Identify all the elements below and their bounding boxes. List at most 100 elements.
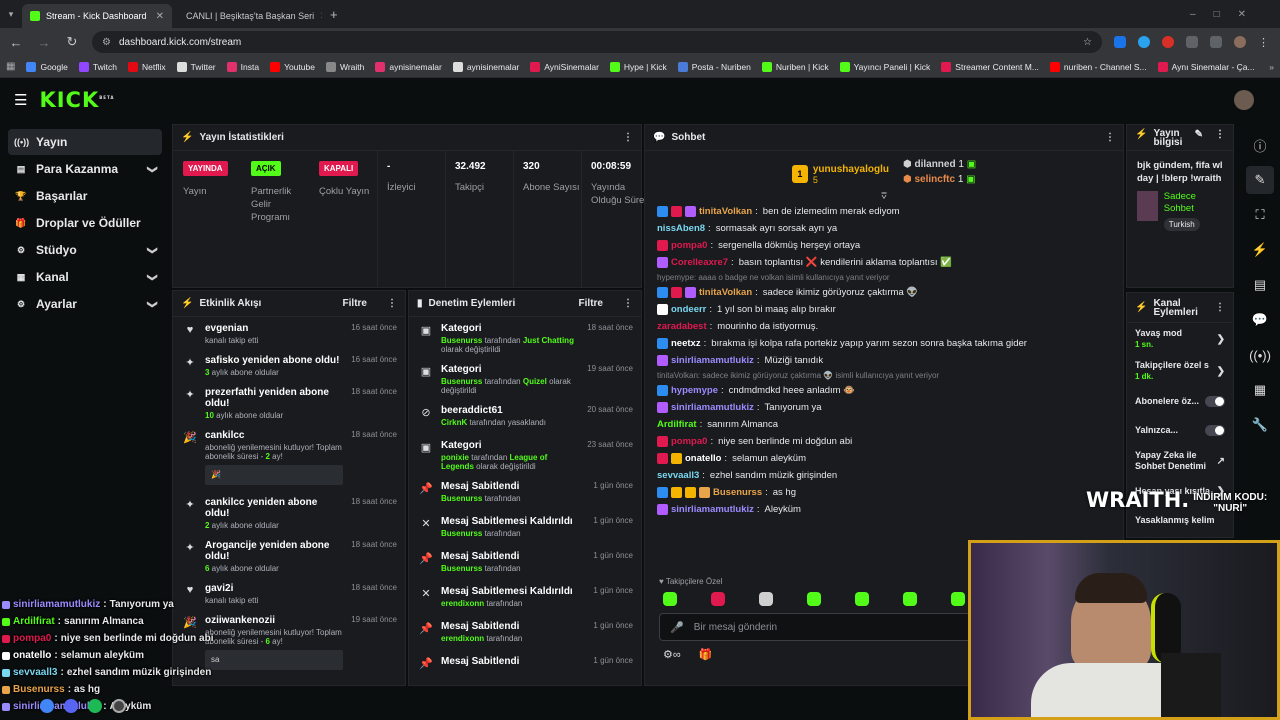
chat-message[interactable]: sinirliamamutlukiz: Aleyküm	[645, 501, 1123, 518]
moderation-item[interactable]: ✕ Mesaj Sabitlemesi Kaldırıldı Busenurss t…	[409, 510, 641, 545]
site-info-icon[interactable]: ⚙	[102, 37, 111, 48]
chat-message[interactable]: tinitaVolkan: ben de izlemedim merak ediy…	[645, 203, 1123, 220]
chat-username[interactable]: hypemype	[671, 385, 718, 396]
bookmark-item[interactable]: Wraith	[325, 61, 364, 72]
emote-icon[interactable]	[759, 592, 773, 606]
sidebar-item[interactable]: 🎁 Droplar ve Ödüller	[8, 210, 162, 236]
chat-username[interactable]: ondeerr	[671, 304, 706, 315]
chevron-down-icon[interactable]: ❯	[146, 246, 157, 254]
toggle-switch[interactable]	[1205, 425, 1225, 436]
moderation-menu-icon[interactable]: ⋮	[623, 298, 633, 309]
close-tab-icon[interactable]: ✕	[156, 11, 164, 22]
emote-icon[interactable]	[903, 592, 917, 606]
layout-icon[interactable]: ▦	[1246, 376, 1274, 404]
kick-logo[interactable]: KICKBETA	[39, 88, 114, 112]
sidebar-item[interactable]: ▤ Para Kazanma ❯	[8, 156, 162, 182]
chat-username[interactable]: pompa0	[671, 240, 707, 251]
bookmark-item[interactable]: Google	[26, 61, 68, 72]
url-field[interactable]: ⚙ dashboard.kick.com/stream ☆	[92, 31, 1102, 53]
extension-shield-icon[interactable]	[1114, 36, 1126, 48]
chat-message[interactable]: Corelleaxre7: basın toplantısı ❌ kendiler…	[645, 254, 1123, 271]
chat-message[interactable]: neetxz: bırakma işi kolpa rafa portekiz y…	[645, 335, 1123, 352]
emote-icon[interactable]	[807, 592, 821, 606]
forward-icon[interactable]: →	[36, 35, 52, 50]
bookmark-item[interactable]: Twitter	[176, 61, 216, 72]
info-menu-icon[interactable]: ⋮	[1215, 129, 1225, 140]
chat-icon[interactable]: 💬	[1246, 306, 1274, 334]
activity-filter-button[interactable]: Filtre	[343, 298, 367, 309]
activity-item[interactable]: ✦ Arogancije yeniden abone oldu! 6 aylık a…	[173, 534, 405, 577]
browser-tab-kick[interactable]: Stream - Kick Dashboard ✕	[22, 4, 172, 28]
chat-message[interactable]: onatello: selamun aleyküm	[645, 450, 1123, 467]
user-avatar[interactable]	[1234, 90, 1254, 110]
chevron-right-icon[interactable]: ❯	[1217, 366, 1225, 377]
chat-message[interactable]: zaradabest: mourinho da istiyormuş.	[645, 318, 1123, 335]
new-tab-icon[interactable]: +	[330, 7, 338, 22]
reload-icon[interactable]: ↻	[64, 34, 80, 50]
bookmark-item[interactable]: Netflix	[127, 61, 166, 72]
activity-item[interactable]: ✦ safisko yeniden abone oldu! 3 aylık abon…	[173, 349, 405, 381]
discord-icon[interactable]	[64, 699, 78, 713]
chat-username[interactable]: tinitaVolkan	[699, 206, 752, 217]
bookmark-item[interactable]: aynisinemalar	[452, 61, 519, 72]
chrome-icon[interactable]	[40, 699, 54, 713]
obs-icon[interactable]	[112, 699, 126, 713]
bookmark-star-icon[interactable]: ☆	[1083, 37, 1092, 48]
activity-item[interactable]: ♥ evgenian kanalı takip etti 16 saat önce	[173, 317, 405, 349]
moderation-item[interactable]: ⊘ beeraddict61 CirknK tarafından yasakland…	[409, 399, 641, 434]
chat-settings-icon[interactable]: ⚙∞	[663, 648, 681, 661]
chat-message[interactable]: sevvaall3: ezhel sandım müzik girişinden	[645, 467, 1123, 484]
sidebar-item[interactable]: ((•)) Yayın	[8, 129, 162, 155]
bookmark-item[interactable]: aynisinemalar	[375, 61, 442, 72]
chevron-down-icon[interactable]: ❯	[146, 300, 157, 308]
channel-action-item[interactable]: Abonelere öz...	[1127, 387, 1233, 416]
activity-item[interactable]: 🎉 cankilcc aboneliğ yenilemesini kutluyor!…	[173, 424, 405, 491]
bookmark-item[interactable]: Streamer Content M...	[941, 61, 1039, 72]
chat-username[interactable]: Busenurss	[713, 487, 762, 498]
gift-shop-icon[interactable]: 🎁	[699, 648, 713, 661]
chat-username[interactable]: sinirliamamutlukiz	[671, 402, 754, 413]
window-controls[interactable]: –□✕	[1190, 9, 1264, 20]
chat-username[interactable]: neetxz	[671, 338, 701, 349]
moderation-item[interactable]: ▣ Kategori Busenurss tarafından Quizel ola…	[409, 358, 641, 399]
broadcast-icon[interactable]: ((•))	[1246, 341, 1274, 369]
chat-username[interactable]: pompa0	[671, 436, 707, 447]
browser-menu-icon[interactable]: ⋮	[1258, 36, 1269, 49]
tab-list-icon[interactable]: ▾	[0, 9, 22, 20]
fullscreen-icon[interactable]: ⛶	[1246, 201, 1274, 229]
activity-item[interactable]: ✦ cankilcc yeniden abone oldu! 2 aylık abo…	[173, 491, 405, 534]
chevron-down-icon[interactable]: ❯	[146, 165, 157, 173]
edit-pencil-icon[interactable]: ✎	[1195, 129, 1203, 140]
activity-item[interactable]: ✦ prezerfathi yeniden abone oldu! 10 aylık…	[173, 381, 405, 424]
hamburger-menu-icon[interactable]: ☰	[14, 91, 27, 109]
moderation-filter-button[interactable]: Filtre	[579, 298, 603, 309]
chat-message[interactable]: sinirliamamutlukiz: Tanıyorum ya	[645, 399, 1123, 416]
sidebar-item[interactable]: ▦ Kanal ❯	[8, 264, 162, 290]
activity-menu-icon[interactable]: ⋮	[387, 298, 397, 309]
top-gifter-second[interactable]: ⬢ dilanned 1 ▣	[903, 159, 976, 170]
moderation-item[interactable]: ✕ Mesaj Sabitlemesi Kaldırıldı erendixonn …	[409, 580, 641, 615]
emote-icon[interactable]	[663, 592, 677, 606]
chevron-down-icon[interactable]: ❯	[146, 273, 157, 281]
wrench-icon[interactable]: 🔧	[1246, 411, 1274, 439]
chat-username[interactable]: Corelleaxre7	[671, 257, 728, 268]
channel-action-item[interactable]: Takipçilere özel s 1 dk. ❯	[1127, 355, 1233, 387]
channel-action-item[interactable]: Yavaş mod 1 sn. ❯	[1127, 323, 1233, 355]
channel-action-item[interactable]: Yalnızca...	[1127, 416, 1233, 445]
moderation-item[interactable]: ▣ Kategori Busenurss tarafından Just Chatt…	[409, 317, 641, 358]
microphone-icon[interactable]: 🎤	[670, 621, 684, 634]
chat-username[interactable]: sinirliamamutlukiz	[671, 355, 754, 366]
moderation-item[interactable]: 📌 Mesaj Sabitlendi 1 gün önce	[409, 650, 641, 685]
chat-menu-icon[interactable]: ⋮	[1105, 132, 1115, 143]
edit-icon[interactable]: ✎	[1246, 166, 1274, 194]
chat-username[interactable]: sevvaall3	[657, 470, 699, 481]
actions-menu-icon[interactable]: ⋮	[1215, 302, 1225, 313]
moderation-item[interactable]: 📌 Mesaj Sabitlendi Busenurss tarafından 1 g…	[409, 545, 641, 580]
sidebar-item[interactable]: 🏆 Başarılar	[8, 183, 162, 209]
profile-avatar-icon[interactable]	[1234, 36, 1246, 48]
bookmark-item[interactable]: nuriben - Channel S...	[1049, 61, 1147, 72]
extension-globe-icon[interactable]	[1138, 36, 1150, 48]
media-controls-icon[interactable]	[1210, 36, 1222, 48]
bookmark-item[interactable]: Hype | Kick	[609, 61, 667, 72]
chat-message[interactable]: hypemype: cndmdmdkd heee anladım 🐵	[645, 382, 1123, 399]
